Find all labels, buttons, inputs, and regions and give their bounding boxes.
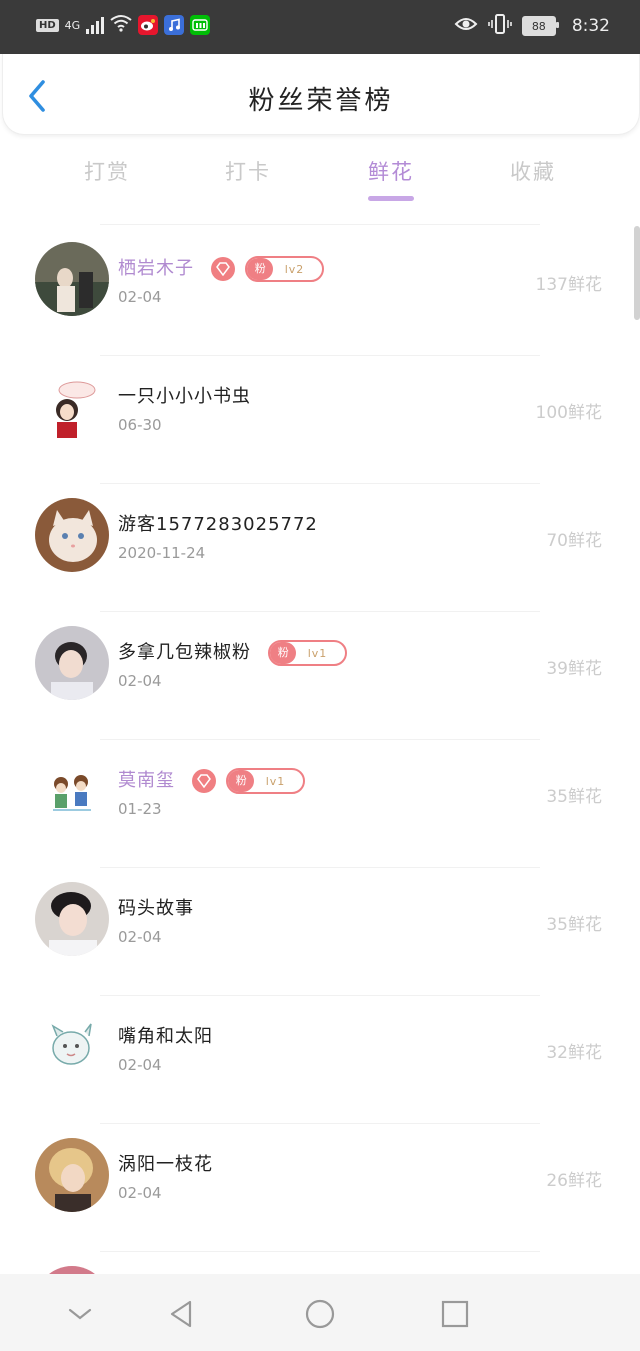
system-nav-bar [0,1274,640,1351]
tab-flowers[interactable]: 鲜花 [331,156,451,186]
date-text: 02-04 [118,928,162,946]
page-title: 粉丝荣誉榜 [248,86,394,116]
user-name: 一只小小小书虫 [118,386,251,407]
eye-icon [454,15,478,37]
hide-nav-button[interactable] [62,1296,98,1332]
user-name: 涡阳一枝花 [118,1154,213,1175]
list-item[interactable]: 嘴角和太阳 02-04 32鲜花 [0,996,640,1124]
back-nav-button[interactable] [164,1296,200,1332]
chevron-down-icon [68,1308,92,1320]
weibo-icon [138,15,159,35]
signal-icon [86,16,105,34]
home-nav-button[interactable] [302,1296,338,1332]
avatar [35,754,109,828]
vibrate-icon [488,14,512,38]
flower-count: 32鲜花 [546,1043,602,1063]
avatar [35,370,109,444]
diamond-icon [210,257,235,281]
flower-count: 35鲜花 [546,787,602,807]
user-name: 游客1577283025772 [118,514,318,535]
triangle-back-icon [170,1300,192,1328]
user-name: 莫南玺 粉 lv1 [118,766,306,794]
clock: 8:32 [571,16,610,36]
list-item[interactable]: 一只小小小书虫 06-30 100鲜花 [0,356,640,484]
fan-level-badge: 粉 lv1 [267,640,348,666]
scrollbar[interactable] [634,226,640,320]
wifi-icon [110,14,132,36]
avatar [35,498,109,572]
user-name: 码头故事 [118,898,194,919]
date-text: 02-04 [118,1184,162,1202]
active-tab-indicator [368,196,414,201]
fan-level-badge: 粉 lv1 [225,768,306,794]
tab-favorites[interactable]: 收藏 [473,156,593,186]
date-text: 02-04 [118,288,162,306]
date-text: 01-23 [118,800,162,818]
list-item[interactable]: 涡阳一枝花 02-04 26鲜花 [0,1124,640,1252]
date-text: 06-30 [118,416,162,434]
date-text: 2020-11-24 [118,544,206,562]
list-item[interactable]: 多拿几包辣椒粉 粉 lv1 02-04 39鲜花 [0,612,640,740]
hd-indicator: HD [36,18,59,32]
status-bar: HD 4G 88 8:32 [0,0,640,54]
iqiyi-icon [190,15,211,35]
network-type: 4G [64,18,81,32]
date-text: 02-04 [118,672,162,690]
user-name: 栖岩木子 粉 lv2 [118,254,325,282]
date-text: 02-04 [118,1056,162,1074]
flower-count: 70鲜花 [546,531,602,551]
ranking-list: 栖岩木子 粉 lv2 02-04 137鲜花 一只小小小书虫 06-30 100… [0,224,640,1340]
list-item[interactable]: 栖岩木子 粉 lv2 02-04 137鲜花 [0,224,640,356]
list-item[interactable]: 码头故事 02-04 35鲜花 [0,868,640,996]
avatar [35,242,109,316]
flower-count: 26鲜花 [546,1171,602,1191]
diamond-icon [191,769,216,793]
list-item[interactable]: 莫南玺 粉 lv1 01-23 35鲜花 [0,740,640,868]
flower-count: 100鲜花 [535,403,602,423]
avatar [35,1138,109,1212]
user-name: 嘴角和太阳 [118,1026,213,1047]
avatar [35,882,109,956]
music-icon [164,15,185,35]
list-item[interactable]: 游客1577283025772 2020-11-24 70鲜花 [0,484,640,612]
square-recents-icon [441,1300,469,1328]
battery-icon: 88 [521,16,559,36]
flower-count: 137鲜花 [535,275,602,295]
tab-checkin[interactable]: 打卡 [188,156,308,186]
circle-home-icon [305,1299,335,1329]
avatar [35,626,109,700]
fan-level-badge: 粉 lv2 [244,256,325,282]
flower-count: 35鲜花 [546,915,602,935]
tab-reward[interactable]: 打赏 [47,156,167,186]
app-header: 粉丝荣誉榜 [2,54,640,135]
avatar [35,1010,109,1084]
recents-nav-button[interactable] [437,1296,473,1332]
tab-bar: 打赏 打卡 鲜花 收藏 [0,150,640,210]
user-name: 多拿几包辣椒粉 粉 lv1 [118,638,348,666]
flower-count: 39鲜花 [546,659,602,679]
